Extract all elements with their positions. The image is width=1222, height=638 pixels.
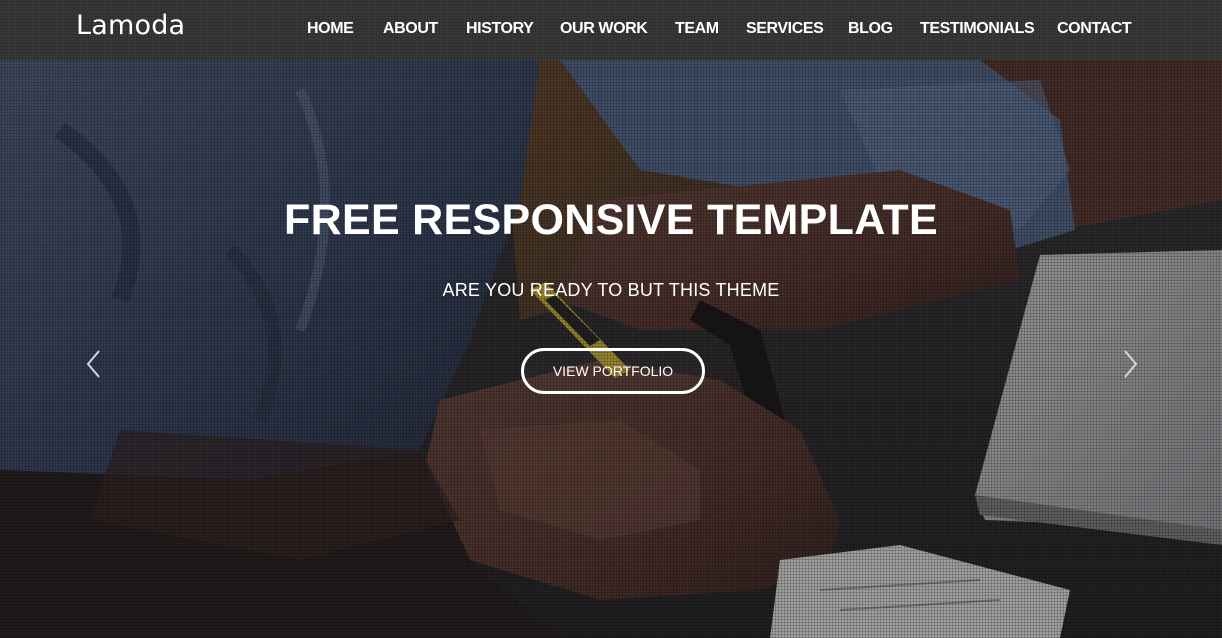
nav-item-about[interactable]: ABOUT [383, 20, 438, 38]
hero-title: FREE RESPONSIVE TEMPLATE [284, 196, 938, 244]
nav-item-services[interactable]: SERVICES [746, 20, 824, 38]
hero-background-image [0, 0, 1222, 638]
chevron-left-icon [86, 350, 100, 378]
slider-prev-button[interactable] [84, 349, 104, 379]
nav-item-history[interactable]: HISTORY [466, 20, 534, 38]
chevron-right-icon [1124, 350, 1138, 378]
nav-item-blog[interactable]: BLOG [848, 20, 893, 38]
nav-item-home[interactable]: HOME [307, 20, 354, 38]
navbar: Lamoda HOME ABOUT HISTORY OUR WORK TEAM … [0, 0, 1222, 60]
slider-next-button[interactable] [1120, 349, 1140, 379]
view-portfolio-button[interactable]: VIEW PORTFOLIO [521, 348, 705, 394]
page: Lamoda HOME ABOUT HISTORY OUR WORK TEAM … [0, 0, 1222, 638]
nav-item-our-work[interactable]: OUR WORK [560, 20, 648, 38]
nav-item-testimonials[interactable]: TESTIMONIALS [920, 20, 1035, 38]
hero-slider [0, 0, 1222, 638]
nav-item-contact[interactable]: CONTACT [1057, 20, 1132, 38]
nav-menu: HOME ABOUT HISTORY OUR WORK TEAM SERVICE… [0, 20, 1222, 44]
hero-subtitle: ARE YOU READY TO BUT THIS THEME [442, 280, 780, 300]
nav-item-team[interactable]: TEAM [675, 20, 719, 38]
